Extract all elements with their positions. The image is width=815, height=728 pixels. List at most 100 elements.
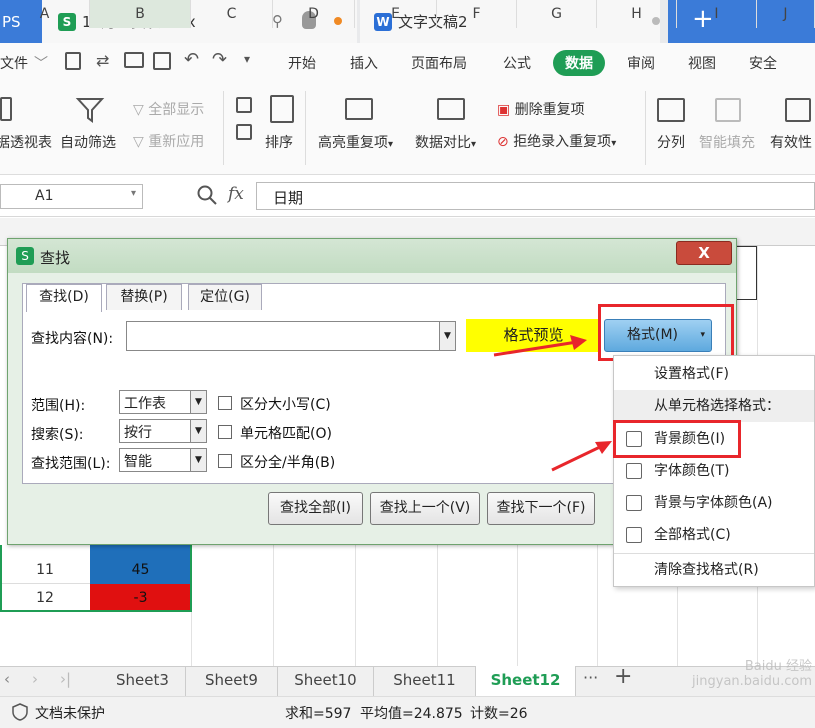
search-label: 搜索(S): bbox=[31, 427, 84, 443]
validity-button[interactable]: 有效性 bbox=[770, 132, 812, 152]
name-box[interactable]: A1 ▾ bbox=[0, 184, 143, 209]
redo-icon[interactable]: ↷ bbox=[212, 49, 227, 70]
match-case-checkbox[interactable] bbox=[218, 396, 232, 410]
look-in-select[interactable]: 智能 ▼ bbox=[119, 448, 207, 472]
export-icon[interactable]: ⇄ bbox=[96, 51, 109, 70]
smart-fill-icon bbox=[715, 98, 741, 122]
sheet-tab[interactable]: Sheet11 bbox=[374, 666, 476, 696]
save-icon[interactable] bbox=[65, 52, 81, 70]
match-width-checkbox[interactable] bbox=[218, 454, 232, 468]
sort-asc-icon[interactable] bbox=[236, 97, 252, 113]
reapply-icon: ▽ bbox=[133, 134, 149, 150]
sort-button[interactable]: 排序 bbox=[265, 132, 293, 152]
menu-view[interactable]: 视图 bbox=[688, 43, 716, 83]
compare-button[interactable]: 数据对比▾ bbox=[415, 132, 476, 152]
close-button[interactable]: X bbox=[676, 241, 732, 265]
fx-icon[interactable]: fx bbox=[228, 184, 244, 204]
col-header-a[interactable]: A bbox=[0, 0, 90, 28]
sheet-tab[interactable]: Sheet10 bbox=[278, 666, 374, 696]
menu-set-format[interactable]: 设置格式(F) bbox=[614, 358, 814, 390]
tab-find[interactable]: 查找(D) bbox=[26, 284, 102, 312]
more-icon[interactable]: ▾ bbox=[244, 52, 250, 66]
search-value: 按行 bbox=[124, 425, 152, 441]
menu-review[interactable]: 审阅 bbox=[627, 43, 655, 83]
highlight-dup-button[interactable]: 高亮重复项▾ bbox=[318, 132, 393, 152]
look-in-value: 智能 bbox=[124, 454, 152, 470]
tab-replace[interactable]: 替换(P) bbox=[106, 284, 182, 310]
show-all-label: 全部显示 bbox=[148, 102, 205, 118]
search-select[interactable]: 按行 ▼ bbox=[119, 419, 207, 443]
selection-border bbox=[0, 545, 192, 612]
undo-icon[interactable]: ↶ bbox=[184, 49, 199, 70]
print-icon[interactable] bbox=[124, 52, 144, 68]
find-prev-button[interactable]: 查找上一个(V) bbox=[370, 492, 480, 525]
watermark: Baidu 经验 jingyan.baidu.com bbox=[692, 659, 812, 689]
sheet-tab[interactable]: Sheet9 bbox=[186, 666, 278, 696]
menu-page-layout[interactable]: 页面布局 bbox=[411, 43, 467, 83]
protect-status[interactable]: 文档未保护 bbox=[35, 703, 105, 723]
col-header-c[interactable]: C bbox=[191, 0, 273, 28]
add-sheet-icon[interactable]: + bbox=[614, 664, 632, 689]
menu-formula[interactable]: 公式 bbox=[503, 43, 531, 83]
tab-goto[interactable]: 定位(G) bbox=[188, 284, 262, 310]
find-content-input[interactable]: ▼ bbox=[126, 321, 456, 351]
chevron-down-icon: ▾ bbox=[130, 188, 136, 199]
prev-sheet-icon[interactable]: ‹ bbox=[4, 670, 10, 688]
col-header-f[interactable]: F bbox=[437, 0, 517, 28]
menu-font-color[interactable]: 字体颜色(T) bbox=[614, 455, 814, 487]
pivot-button[interactable]: 数据透视表 bbox=[0, 132, 52, 152]
sheet-tab-active[interactable]: Sheet12 bbox=[476, 666, 576, 696]
menu-insert[interactable]: 插入 bbox=[350, 43, 378, 83]
scope-select[interactable]: 工作表 ▼ bbox=[119, 390, 207, 414]
match-case-label: 区分大小写(C) bbox=[240, 397, 331, 413]
menu-all-format[interactable]: 全部格式(C) bbox=[614, 519, 814, 551]
reapply-button[interactable]: ▽ 重新应用 bbox=[133, 131, 204, 151]
font-color-icon bbox=[626, 463, 642, 479]
menu-security[interactable]: 安全 bbox=[749, 43, 777, 83]
reject-dup-icon: ⊘ bbox=[497, 134, 514, 150]
menu-section-header: 从单元格选择格式： bbox=[614, 390, 814, 422]
bg-font-color-icon bbox=[626, 495, 642, 511]
menu-data[interactable]: 数据 bbox=[553, 50, 605, 76]
menu-bg-font-color[interactable]: 背景与字体颜色(A) bbox=[614, 487, 814, 519]
dropdown-arrow-icon[interactable]: ▼ bbox=[439, 322, 455, 350]
dropdown-arrow-icon: ▼ bbox=[190, 391, 206, 413]
match-cell-checkbox[interactable] bbox=[218, 425, 232, 439]
menu-clear-format[interactable]: 清除查找格式(R) bbox=[614, 554, 814, 586]
annotation-arrow-icon bbox=[493, 335, 587, 357]
formula-input[interactable]: 日期 bbox=[256, 182, 815, 210]
autofilter-button[interactable]: 自动筛选 bbox=[60, 132, 116, 152]
reject-dup-label: 拒绝录入重复项 bbox=[513, 134, 612, 150]
find-all-button[interactable]: 查找全部(I) bbox=[268, 492, 363, 525]
dialog-titlebar[interactable]: S 查找 bbox=[8, 239, 736, 273]
last-sheet-icon[interactable]: ›| bbox=[60, 670, 71, 688]
next-sheet-icon[interactable]: › bbox=[32, 670, 38, 688]
sort-icon bbox=[270, 95, 294, 123]
split-button[interactable]: 分列 bbox=[657, 132, 685, 152]
menu-font-color-label: 字体颜色(T) bbox=[654, 463, 730, 479]
more-sheets-icon[interactable]: ··· bbox=[583, 668, 598, 687]
col-header-d[interactable]: D bbox=[273, 0, 355, 28]
sheet-tab[interactable]: Sheet3 bbox=[100, 666, 186, 696]
menu-home[interactable]: 开始 bbox=[288, 43, 316, 83]
preview-icon[interactable] bbox=[153, 52, 171, 70]
col-header-i[interactable]: I bbox=[677, 0, 757, 28]
col-header-j[interactable]: J bbox=[757, 0, 815, 28]
app-icon: S bbox=[16, 247, 34, 265]
delete-dup-button[interactable]: ▣ 删除重复项 bbox=[497, 99, 585, 119]
zoom-icon[interactable] bbox=[196, 184, 218, 206]
col-header-e[interactable]: E bbox=[355, 0, 437, 28]
col-header-b[interactable]: B bbox=[90, 0, 191, 28]
count-status: 计数=26 bbox=[470, 706, 528, 722]
show-all-button[interactable]: ▽ 全部显示 bbox=[133, 99, 204, 119]
reject-dup-button[interactable]: ⊘ 拒绝录入重复项▾ bbox=[497, 131, 616, 151]
delete-dup-label: 删除重复项 bbox=[514, 102, 585, 118]
sort-desc-icon[interactable] bbox=[236, 124, 252, 140]
col-header-g[interactable]: G bbox=[517, 0, 597, 28]
find-content-label: 查找内容(N): bbox=[31, 331, 114, 347]
shield-icon bbox=[12, 703, 28, 721]
smart-fill-button[interactable]: 智能填充 bbox=[699, 132, 755, 152]
find-next-button[interactable]: 查找下一个(F) bbox=[487, 492, 595, 525]
menu-file[interactable]: 文件 ﹀ bbox=[0, 43, 48, 83]
col-header-h[interactable]: H bbox=[597, 0, 677, 28]
